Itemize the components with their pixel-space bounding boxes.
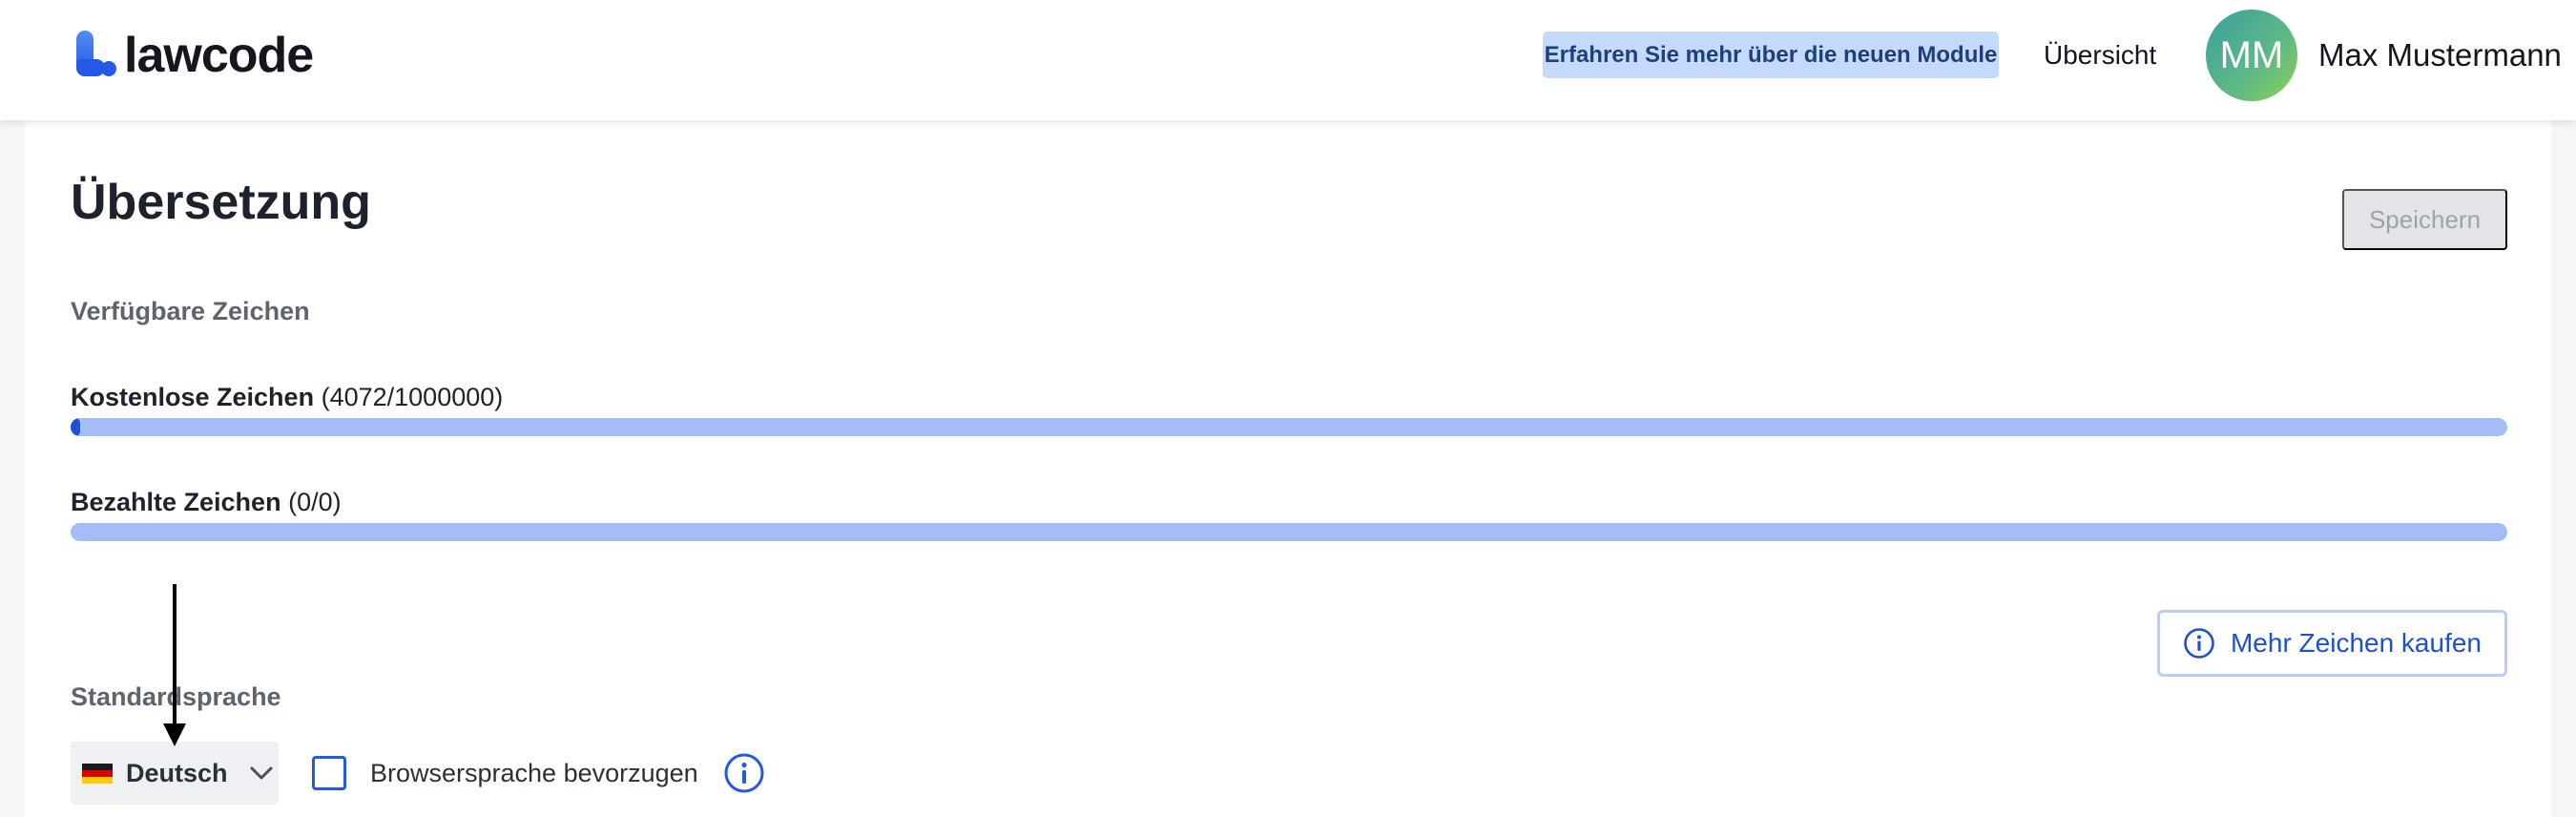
prefer-browser-language-checkbox[interactable] — [312, 756, 346, 790]
info-circle-icon — [2183, 627, 2215, 660]
lawcode-logo-icon — [76, 31, 118, 80]
user-name[interactable]: Max Mustermann — [2318, 34, 2562, 76]
available-characters-heading: Verfügbare Zeichen — [71, 297, 310, 325]
prefer-browser-language-label[interactable]: Browsersprache bevorzugen — [370, 756, 698, 790]
buy-more-characters-button[interactable]: Mehr Zeichen kaufen — [2157, 610, 2507, 677]
free-characters-count: (4072/1000000) — [321, 383, 504, 411]
overview-nav-link[interactable]: Übersicht — [2044, 36, 2156, 74]
selected-language-value: Deutsch — [126, 758, 228, 787]
annotation-arrow-icon — [163, 584, 186, 746]
chevron-down-icon — [249, 765, 274, 781]
info-circle-icon[interactable] — [723, 752, 765, 799]
german-flag-icon — [82, 763, 113, 784]
translation-settings-card — [25, 120, 2551, 817]
paid-characters-label: Bezahlte Zeichen (0/0) — [71, 485, 342, 519]
logo-text: lawcode — [124, 28, 314, 83]
page-title: Übersetzung — [71, 175, 371, 230]
default-language-select[interactable]: Deutsch — [71, 742, 279, 805]
top-navigation-bar: lawcode Erfahren Sie mehr über die neuen… — [0, 0, 2576, 120]
paid-characters-progress-bar — [71, 523, 2507, 541]
lawcode-logo[interactable]: lawcode — [76, 27, 314, 84]
user-avatar[interactable]: MM — [2206, 10, 2297, 101]
new-modules-promo-link[interactable]: Erfahren Sie mehr über die neuen Module — [1543, 31, 1999, 78]
paid-characters-title: Bezahlte Zeichen — [71, 488, 281, 516]
buy-more-characters-label: Mehr Zeichen kaufen — [2230, 628, 2483, 658]
free-characters-progress-bar — [71, 418, 2507, 436]
paid-characters-count: (0/0) — [288, 488, 342, 516]
free-characters-title: Kostenlose Zeichen — [71, 383, 315, 411]
free-characters-label: Kostenlose Zeichen (4072/1000000) — [71, 380, 503, 414]
save-button[interactable]: Speichern — [2342, 189, 2507, 250]
